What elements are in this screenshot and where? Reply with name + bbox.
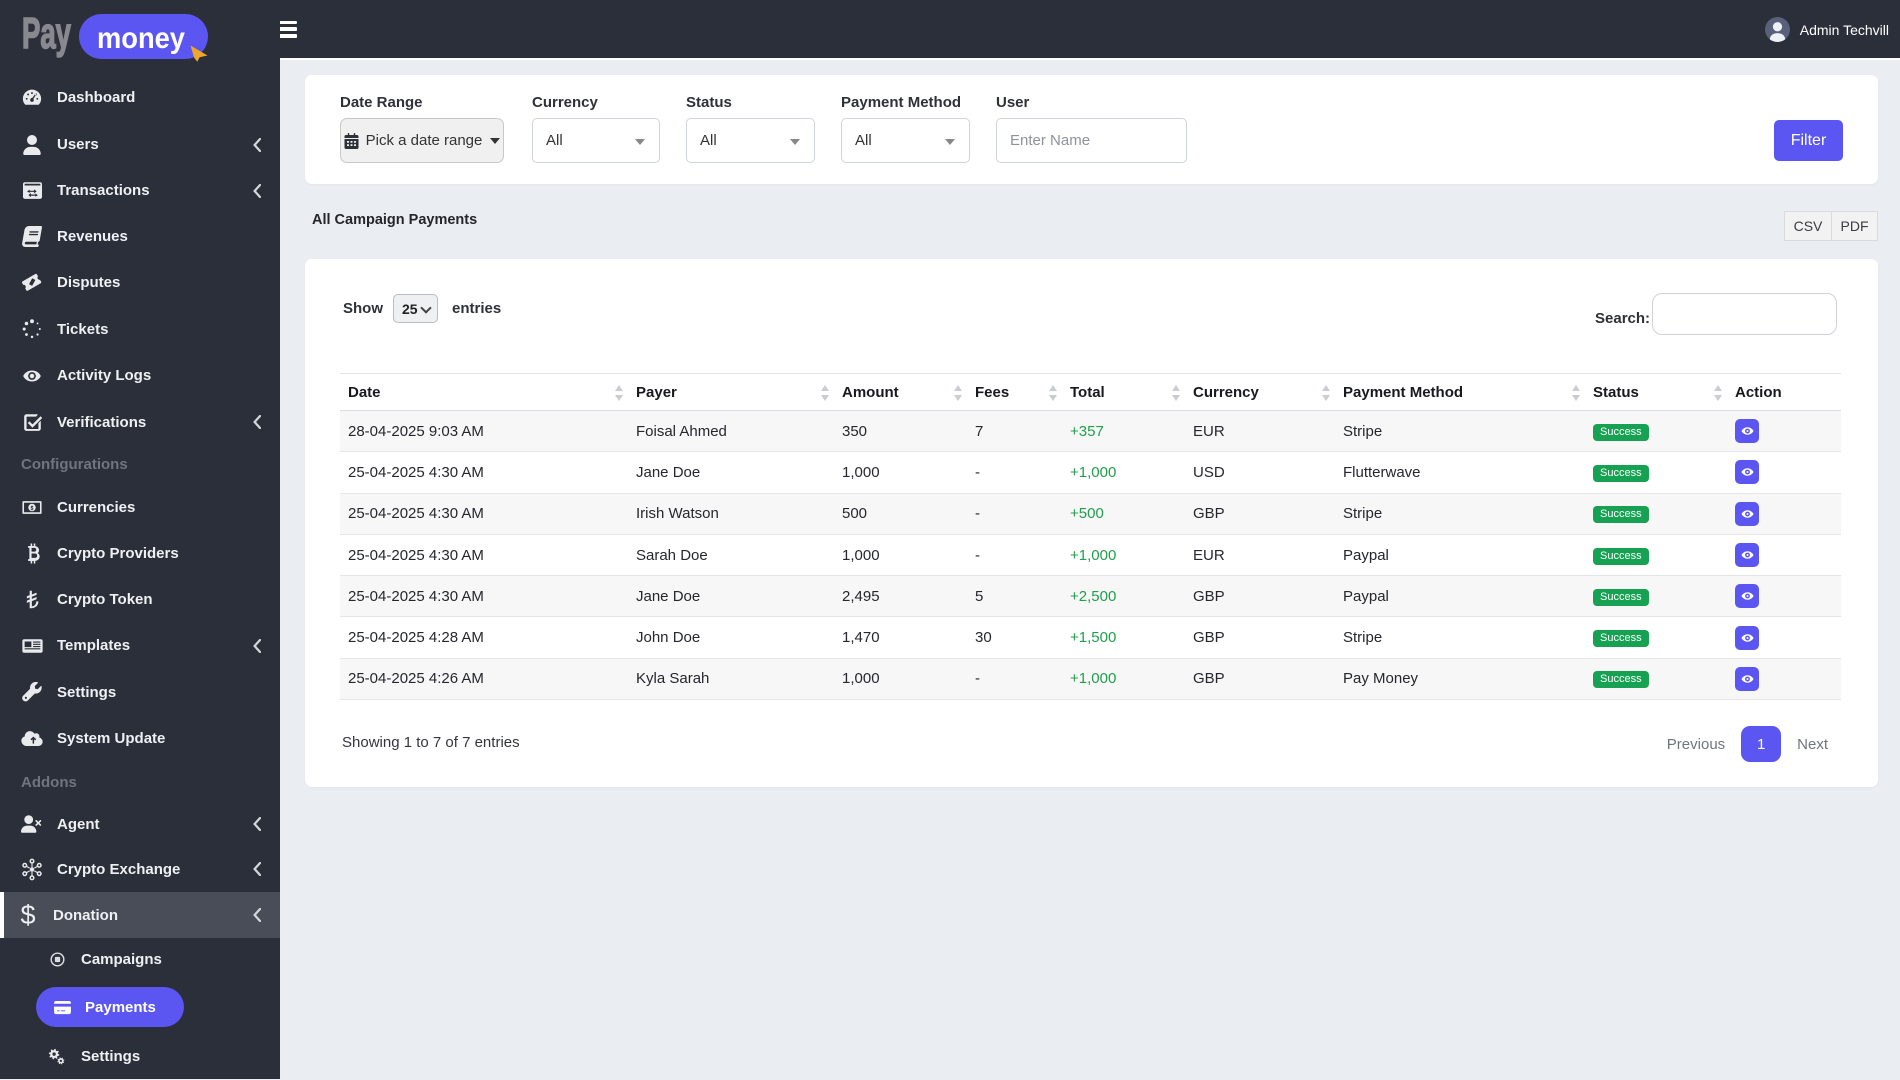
svg-text:money: money <box>97 22 185 55</box>
svg-text:Pay: Pay <box>22 9 71 58</box>
